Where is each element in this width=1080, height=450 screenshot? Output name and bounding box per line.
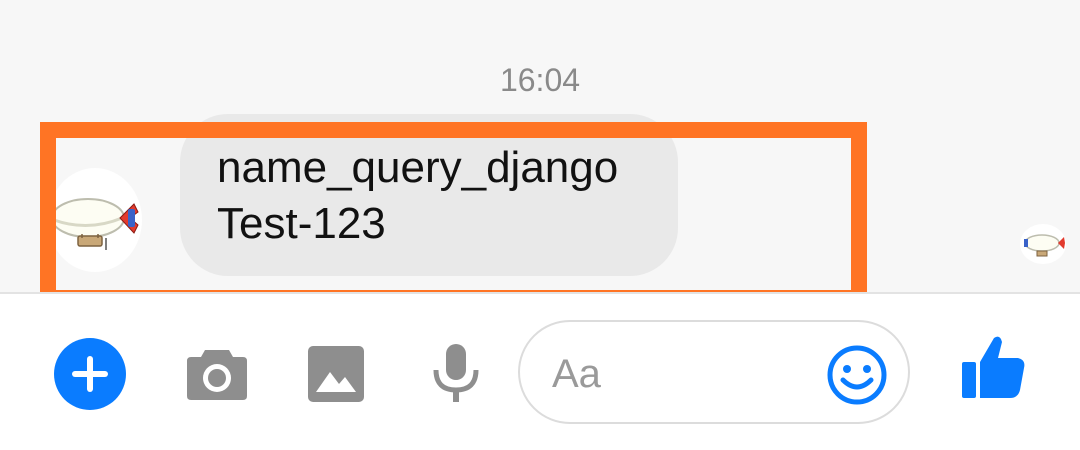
emoji-icon	[827, 345, 887, 405]
plus-button[interactable]	[54, 338, 126, 410]
like-button[interactable]	[958, 332, 1030, 404]
read-receipt-avatar	[1020, 224, 1066, 264]
message-timestamp: 16:04	[499, 62, 581, 98]
blimp-icon	[1024, 234, 1065, 257]
gallery-button[interactable]	[306, 344, 366, 404]
microphone-icon	[433, 344, 479, 402]
emoji-button[interactable]	[826, 344, 888, 406]
highlight-box	[40, 122, 867, 306]
camera-button[interactable]	[185, 342, 249, 406]
microphone-button[interactable]	[430, 342, 482, 404]
image-icon	[308, 346, 364, 402]
plus-icon	[54, 338, 126, 410]
message-input-placeholder: Aa	[552, 352, 601, 396]
thumbs-up-icon	[962, 336, 1025, 398]
camera-icon	[187, 350, 247, 400]
